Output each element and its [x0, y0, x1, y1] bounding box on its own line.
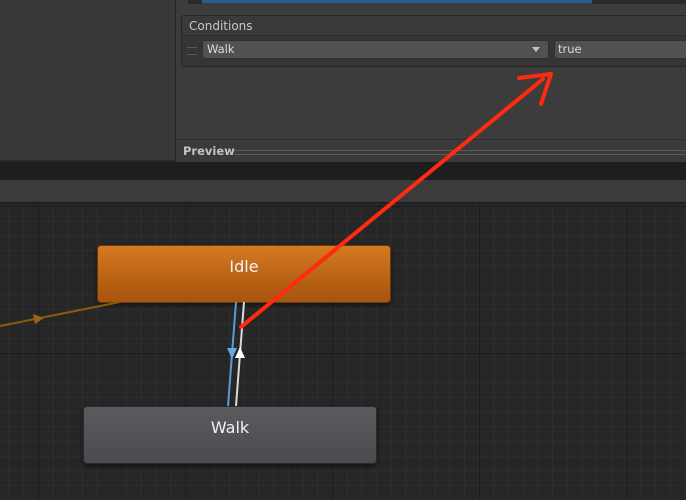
- selected-transition-row[interactable]: [202, 0, 592, 4]
- condition-value-label: true: [558, 42, 582, 56]
- state-label-walk: Walk: [210, 418, 250, 437]
- state-node-idle[interactable]: Idle: [97, 245, 391, 303]
- animator-toolbar: [0, 180, 686, 203]
- transition-inspector: Conditions Walk true Preview: [176, 0, 686, 163]
- layers-parameters-panel: [0, 0, 176, 162]
- conditions-list: Conditions Walk true: [181, 15, 686, 67]
- state-label-idle: Idle: [229, 257, 259, 276]
- preview-divider: [234, 150, 686, 155]
- animator-graph-canvas[interactable]: Idle Walk: [0, 203, 686, 500]
- condition-parameter-dropdown[interactable]: Walk: [202, 40, 549, 59]
- drag-handle-icon[interactable]: [187, 47, 197, 55]
- condition-value-dropdown[interactable]: true: [554, 40, 686, 59]
- preview-section-header[interactable]: Preview: [176, 139, 686, 163]
- state-node-walk[interactable]: Walk: [83, 406, 377, 464]
- chevron-down-icon: [532, 47, 540, 52]
- conditions-header: Conditions: [182, 16, 686, 36]
- transitions-list: [188, 0, 686, 4]
- preview-title: Preview: [183, 144, 235, 158]
- window-separator: [0, 162, 686, 180]
- conditions-title: Conditions: [189, 19, 253, 33]
- condition-parameter-label: Walk: [207, 42, 235, 56]
